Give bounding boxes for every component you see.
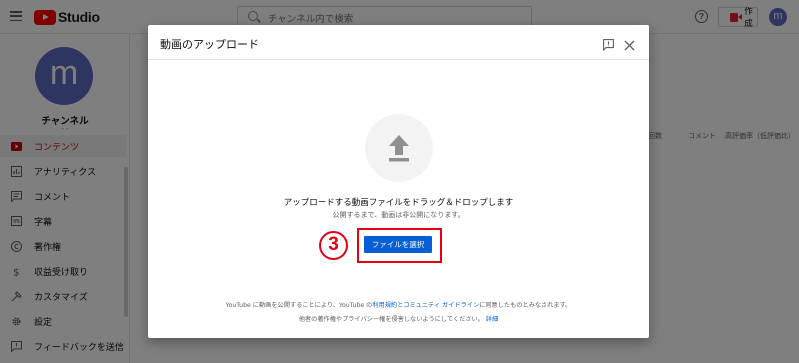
dialog-title: 動画のアップロード — [160, 38, 259, 51]
rights-text: 他者の著作権やプライバシー権を侵害しないようにしてください。 — [298, 316, 484, 323]
community-guidelines-link[interactable]: コミュニティ ガイドライン — [403, 302, 479, 309]
dialog-header: 動画のアップロード — [148, 25, 649, 60]
terms-of-service-link[interactable]: 利用規約 — [372, 302, 397, 309]
terms-prefix: YouTube に動画を公開することにより、YouTube の — [225, 302, 373, 309]
upload-dialog: 動画のアップロード アップロードする動画ファイルをドラッグ＆ドロップします 公開… — [148, 25, 649, 338]
upload-arrow-icon — [389, 135, 409, 162]
step-number-marker: 3 — [319, 231, 348, 260]
terms-suffix: に同意したものとみなされます。 — [479, 302, 572, 309]
rights-notice: 他者の著作権やプライバシー権を侵害しないようにしてください。 詳細 — [148, 314, 649, 323]
select-files-button[interactable]: ファイルを選択 — [364, 236, 432, 253]
upload-drop-zone[interactable] — [365, 114, 433, 182]
learn-more-link[interactable]: 詳細 — [486, 316, 498, 323]
close-icon[interactable] — [624, 36, 635, 51]
terms-notice: YouTube に動画を公開することにより、YouTube の利用規約とコミュニ… — [148, 300, 649, 309]
private-until-published-note: 公開するまで、動画は非公開になります。 — [332, 211, 465, 219]
send-feedback-icon[interactable] — [603, 36, 614, 52]
drag-drop-instruction: アップロードする動画ファイルをドラッグ＆ドロップします — [283, 198, 514, 208]
